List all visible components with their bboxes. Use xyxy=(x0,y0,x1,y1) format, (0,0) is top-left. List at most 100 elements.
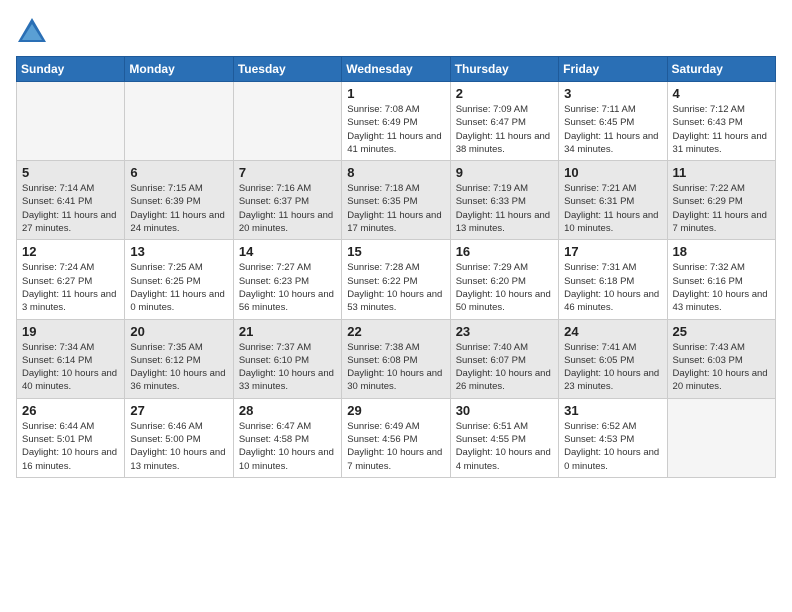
weekday-header: Saturday xyxy=(667,57,775,82)
day-number: 19 xyxy=(22,324,119,339)
weekday-header: Monday xyxy=(125,57,233,82)
day-info: Sunrise: 7:38 AM Sunset: 6:08 PM Dayligh… xyxy=(347,341,444,394)
calendar-day-cell xyxy=(233,82,341,161)
day-info: Sunrise: 7:34 AM Sunset: 6:14 PM Dayligh… xyxy=(22,341,119,394)
day-number: 13 xyxy=(130,244,227,259)
calendar-day-cell: 28 Sunrise: 6:47 AM Sunset: 4:58 PM Dayli… xyxy=(233,398,341,477)
day-info: Sunrise: 7:19 AM Sunset: 6:33 PM Dayligh… xyxy=(456,182,553,235)
calendar-day-cell: 19 Sunrise: 7:34 AM Sunset: 6:14 PM Dayli… xyxy=(17,319,125,398)
calendar-day-cell: 12 Sunrise: 7:24 AM Sunset: 6:27 PM Dayli… xyxy=(17,240,125,319)
calendar-day-cell: 2Sunrise: 7:09 AM Sunset: 6:47 PM Daylig… xyxy=(450,82,558,161)
day-info: Sunrise: 7:11 AM Sunset: 6:45 PM Dayligh… xyxy=(564,103,661,156)
day-number: 18 xyxy=(673,244,770,259)
day-info: Sunrise: 6:52 AM Sunset: 4:53 PM Dayligh… xyxy=(564,420,661,473)
calendar-day-cell: 29 Sunrise: 6:49 AM Sunset: 4:56 PM Dayli… xyxy=(342,398,450,477)
day-number: 25 xyxy=(673,324,770,339)
weekday-header: Friday xyxy=(559,57,667,82)
day-info: Sunrise: 6:44 AM Sunset: 5:01 PM Dayligh… xyxy=(22,420,119,473)
day-number: 1 xyxy=(347,86,444,101)
day-number: 4 xyxy=(673,86,770,101)
calendar-day-cell: 13 Sunrise: 7:25 AM Sunset: 6:25 PM Dayli… xyxy=(125,240,233,319)
day-number: 29 xyxy=(347,403,444,418)
calendar-week-row: 5 Sunrise: 7:14 AM Sunset: 6:41 PM Daylig… xyxy=(17,161,776,240)
day-number: 23 xyxy=(456,324,553,339)
day-number: 2 xyxy=(456,86,553,101)
weekday-header-row: SundayMondayTuesdayWednesdayThursdayFrid… xyxy=(17,57,776,82)
calendar-day-cell: 1 Sunrise: 7:08 AM Sunset: 6:49 PM Daylig… xyxy=(342,82,450,161)
calendar-week-row: 19 Sunrise: 7:34 AM Sunset: 6:14 PM Dayli… xyxy=(17,319,776,398)
day-info: Sunrise: 6:49 AM Sunset: 4:56 PM Dayligh… xyxy=(347,420,444,473)
day-info: Sunrise: 7:16 AM Sunset: 6:37 PM Dayligh… xyxy=(239,182,336,235)
calendar-day-cell: 18 Sunrise: 7:32 AM Sunset: 6:16 PM Dayli… xyxy=(667,240,775,319)
calendar-day-cell: 4Sunrise: 7:12 AM Sunset: 6:43 PM Daylig… xyxy=(667,82,775,161)
calendar-day-cell: 23 Sunrise: 7:40 AM Sunset: 6:07 PM Dayli… xyxy=(450,319,558,398)
day-info: Sunrise: 7:43 AM Sunset: 6:03 PM Dayligh… xyxy=(673,341,770,394)
calendar-day-cell: 7 Sunrise: 7:16 AM Sunset: 6:37 PM Daylig… xyxy=(233,161,341,240)
logo-icon xyxy=(16,16,48,44)
calendar-day-cell: 27 Sunrise: 6:46 AM Sunset: 5:00 PM Dayli… xyxy=(125,398,233,477)
day-info: Sunrise: 7:22 AM Sunset: 6:29 PM Dayligh… xyxy=(673,182,770,235)
day-number: 26 xyxy=(22,403,119,418)
calendar-day-cell: 21 Sunrise: 7:37 AM Sunset: 6:10 PM Dayli… xyxy=(233,319,341,398)
day-info: Sunrise: 7:14 AM Sunset: 6:41 PM Dayligh… xyxy=(22,182,119,235)
calendar-day-cell: 15Sunrise: 7:28 AM Sunset: 6:22 PM Dayli… xyxy=(342,240,450,319)
calendar-day-cell xyxy=(17,82,125,161)
calendar-day-cell: 11 Sunrise: 7:22 AM Sunset: 6:29 PM Dayli… xyxy=(667,161,775,240)
calendar-day-cell xyxy=(125,82,233,161)
weekday-header: Tuesday xyxy=(233,57,341,82)
weekday-header: Wednesday xyxy=(342,57,450,82)
day-number: 10 xyxy=(564,165,661,180)
day-number: 21 xyxy=(239,324,336,339)
calendar-day-cell: 25 Sunrise: 7:43 AM Sunset: 6:03 PM Dayli… xyxy=(667,319,775,398)
day-info: Sunrise: 7:24 AM Sunset: 6:27 PM Dayligh… xyxy=(22,261,119,314)
calendar-week-row: 12 Sunrise: 7:24 AM Sunset: 6:27 PM Dayli… xyxy=(17,240,776,319)
calendar-day-cell xyxy=(667,398,775,477)
calendar-day-cell: 22Sunrise: 7:38 AM Sunset: 6:08 PM Dayli… xyxy=(342,319,450,398)
day-info: Sunrise: 7:40 AM Sunset: 6:07 PM Dayligh… xyxy=(456,341,553,394)
day-number: 31 xyxy=(564,403,661,418)
day-info: Sunrise: 7:18 AM Sunset: 6:35 PM Dayligh… xyxy=(347,182,444,235)
day-number: 15 xyxy=(347,244,444,259)
day-info: Sunrise: 7:08 AM Sunset: 6:49 PM Dayligh… xyxy=(347,103,444,156)
calendar-day-cell: 20 Sunrise: 7:35 AM Sunset: 6:12 PM Dayli… xyxy=(125,319,233,398)
day-info: Sunrise: 7:37 AM Sunset: 6:10 PM Dayligh… xyxy=(239,341,336,394)
day-info: Sunrise: 7:15 AM Sunset: 6:39 PM Dayligh… xyxy=(130,182,227,235)
day-number: 6 xyxy=(130,165,227,180)
calendar-day-cell: 31 Sunrise: 6:52 AM Sunset: 4:53 PM Dayli… xyxy=(559,398,667,477)
weekday-header: Sunday xyxy=(17,57,125,82)
day-number: 17 xyxy=(564,244,661,259)
day-info: Sunrise: 7:32 AM Sunset: 6:16 PM Dayligh… xyxy=(673,261,770,314)
calendar-week-row: 26 Sunrise: 6:44 AM Sunset: 5:01 PM Dayli… xyxy=(17,398,776,477)
calendar-day-cell: 26 Sunrise: 6:44 AM Sunset: 5:01 PM Dayli… xyxy=(17,398,125,477)
day-number: 28 xyxy=(239,403,336,418)
day-number: 12 xyxy=(22,244,119,259)
page-header xyxy=(16,16,776,44)
calendar-day-cell: 6 Sunrise: 7:15 AM Sunset: 6:39 PM Daylig… xyxy=(125,161,233,240)
day-number: 20 xyxy=(130,324,227,339)
calendar-day-cell: 9Sunrise: 7:19 AM Sunset: 6:33 PM Daylig… xyxy=(450,161,558,240)
calendar-day-cell: 24 Sunrise: 7:41 AM Sunset: 6:05 PM Dayli… xyxy=(559,319,667,398)
day-number: 7 xyxy=(239,165,336,180)
calendar-day-cell: 14Sunrise: 7:27 AM Sunset: 6:23 PM Dayli… xyxy=(233,240,341,319)
day-number: 11 xyxy=(673,165,770,180)
day-info: Sunrise: 7:25 AM Sunset: 6:25 PM Dayligh… xyxy=(130,261,227,314)
day-info: Sunrise: 7:27 AM Sunset: 6:23 PM Dayligh… xyxy=(239,261,336,314)
calendar-day-cell: 5 Sunrise: 7:14 AM Sunset: 6:41 PM Daylig… xyxy=(17,161,125,240)
logo xyxy=(16,16,52,44)
calendar-day-cell: 30 Sunrise: 6:51 AM Sunset: 4:55 PM Dayli… xyxy=(450,398,558,477)
day-number: 8 xyxy=(347,165,444,180)
day-number: 27 xyxy=(130,403,227,418)
day-number: 5 xyxy=(22,165,119,180)
day-info: Sunrise: 7:35 AM Sunset: 6:12 PM Dayligh… xyxy=(130,341,227,394)
day-number: 24 xyxy=(564,324,661,339)
day-info: Sunrise: 7:41 AM Sunset: 6:05 PM Dayligh… xyxy=(564,341,661,394)
day-number: 30 xyxy=(456,403,553,418)
calendar: SundayMondayTuesdayWednesdayThursdayFrid… xyxy=(16,56,776,478)
day-info: Sunrise: 6:46 AM Sunset: 5:00 PM Dayligh… xyxy=(130,420,227,473)
calendar-week-row: 1 Sunrise: 7:08 AM Sunset: 6:49 PM Daylig… xyxy=(17,82,776,161)
weekday-header: Thursday xyxy=(450,57,558,82)
calendar-day-cell: 17Sunrise: 7:31 AM Sunset: 6:18 PM Dayli… xyxy=(559,240,667,319)
day-info: Sunrise: 6:47 AM Sunset: 4:58 PM Dayligh… xyxy=(239,420,336,473)
day-info: Sunrise: 6:51 AM Sunset: 4:55 PM Dayligh… xyxy=(456,420,553,473)
day-info: Sunrise: 7:29 AM Sunset: 6:20 PM Dayligh… xyxy=(456,261,553,314)
